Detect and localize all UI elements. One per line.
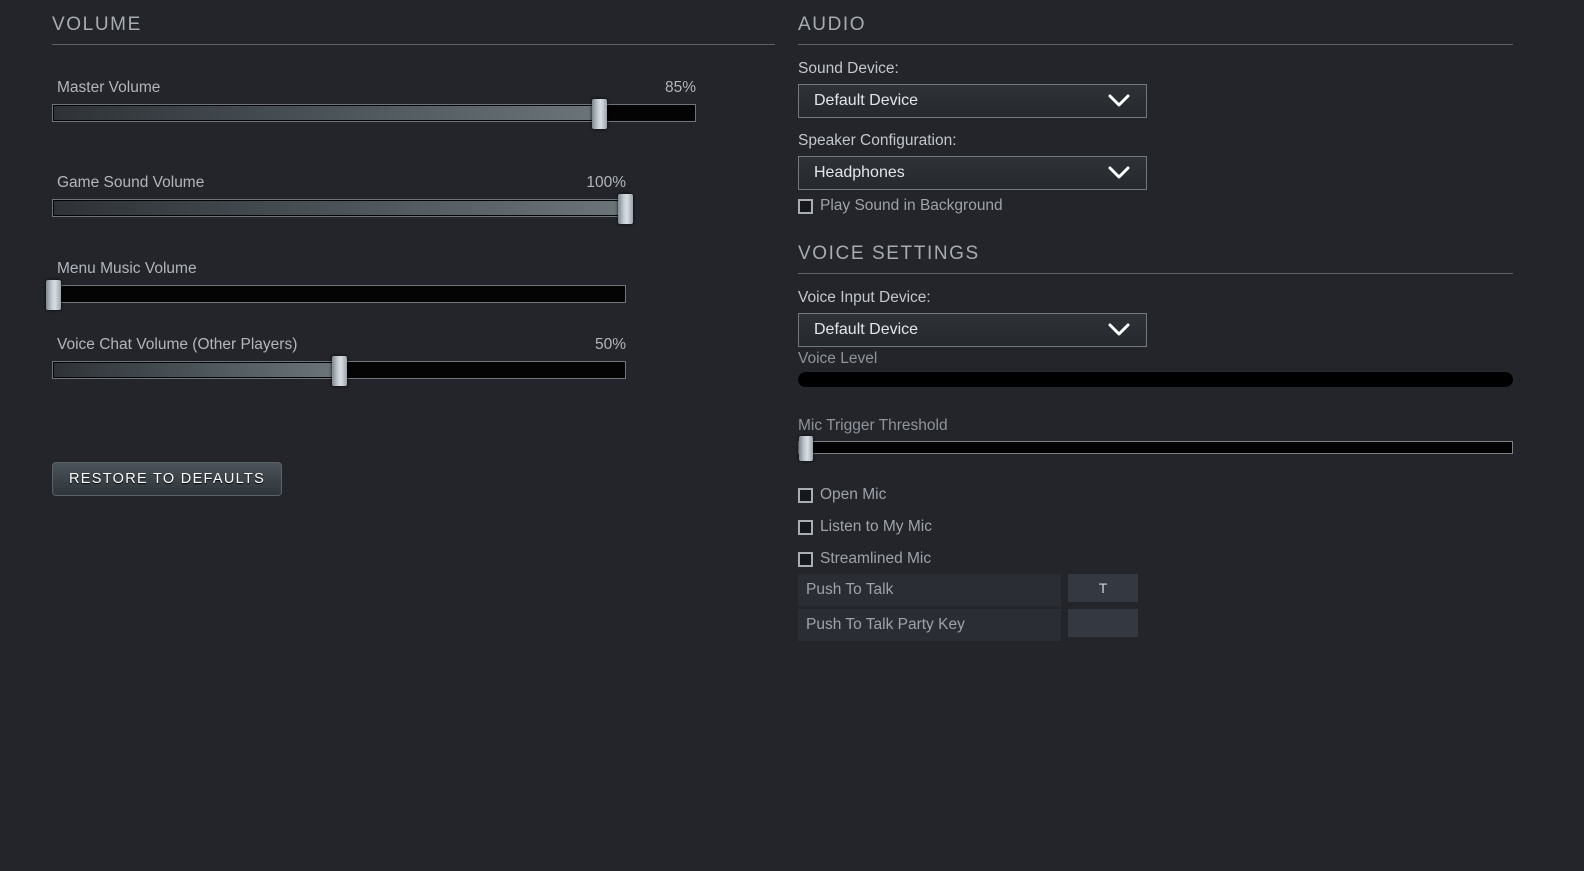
- speaker-configuration-dropdown[interactable]: Headphones: [798, 156, 1147, 190]
- listen-to-my-mic-label: Listen to My Mic: [820, 518, 932, 535]
- voice-settings-section-title: VOICE SETTINGS: [798, 243, 980, 264]
- binding-row-push-to-talk: Push To Talk T: [798, 574, 1513, 606]
- menu-music-volume-label: Menu Music Volume: [57, 260, 197, 277]
- play-sound-in-background-checkbox-row[interactable]: Play Sound in Background: [798, 195, 1513, 217]
- master-volume-fill: [54, 106, 594, 120]
- listen-to-my-mic-checkbox-row[interactable]: Listen to My Mic: [798, 516, 1513, 538]
- chevron-down-icon: [1108, 166, 1130, 180]
- chevron-down-icon: [1108, 323, 1130, 337]
- push-to-talk-key-button[interactable]: T: [1068, 574, 1138, 602]
- voice-level-group: Voice Level: [798, 350, 1513, 387]
- checkbox-icon[interactable]: [798, 551, 813, 567]
- voice-chat-volume-value: 50%: [594, 336, 626, 353]
- master-volume-value: 85%: [664, 79, 696, 96]
- volume-section-divider: [52, 44, 775, 45]
- voice-settings-section-divider: [798, 273, 1513, 274]
- binding-row-push-to-talk-party-key: Push To Talk Party Key: [798, 609, 1513, 641]
- voice-level-meter: [798, 372, 1513, 387]
- master-volume-label: Master Volume: [57, 79, 161, 96]
- game-sound-volume-value: 100%: [586, 174, 626, 191]
- open-mic-checkbox-row[interactable]: Open Mic: [798, 484, 1513, 506]
- mic-trigger-threshold-group: Mic Trigger Threshold: [798, 417, 1513, 461]
- mic-trigger-threshold-slider[interactable]: [798, 436, 1513, 461]
- game-sound-volume-handle[interactable]: [618, 194, 633, 224]
- voice-chat-volume-handle[interactable]: [332, 356, 347, 386]
- speaker-configuration-value: Headphones: [814, 164, 905, 181]
- voice-input-device-dropdown[interactable]: Default Device: [798, 313, 1147, 347]
- streamlined-mic-label: Streamlined Mic: [820, 550, 932, 567]
- streamlined-mic-checkbox-row[interactable]: Streamlined Mic: [798, 548, 1513, 570]
- mic-options-group: Open Mic Listen to My Mic Streamlined Mi…: [798, 484, 1513, 570]
- play-sound-in-background-label: Play Sound in Background: [820, 197, 1003, 214]
- sound-device-group: Sound Device: Default Device: [798, 60, 1513, 118]
- menu-music-volume-handle[interactable]: [46, 280, 61, 310]
- voice-chat-label-line: Voice Chat Volume (Other Players) 50%: [52, 336, 626, 355]
- game-sound-volume-label: Game Sound Volume: [57, 174, 205, 191]
- mic-trigger-threshold-handle[interactable]: [799, 436, 814, 461]
- push-to-talk-party-key-button[interactable]: [1068, 609, 1138, 637]
- push-to-talk-bindings: Push To Talk T Push To Talk Party Key: [798, 574, 1513, 641]
- volume-column: VOLUME Master Volume 85% Game Sound Volu…: [46, 14, 775, 386]
- chevron-down-icon: [1108, 94, 1130, 108]
- master-volume-handle[interactable]: [591, 99, 607, 129]
- checkbox-icon[interactable]: [798, 198, 813, 214]
- open-mic-label: Open Mic: [820, 486, 887, 503]
- audio-section-divider: [798, 44, 1513, 45]
- push-to-talk-party-key-name: Push To Talk Party Key: [798, 609, 1061, 641]
- menu-music-volume-slider[interactable]: [46, 280, 626, 310]
- audio-section-title: AUDIO: [798, 14, 867, 35]
- menu-music-label-line: Menu Music Volume: [52, 260, 626, 279]
- game-sound-volume-fill: [54, 201, 621, 215]
- speaker-configuration-group: Speaker Configuration: Headphones: [798, 132, 1513, 190]
- game-sound-label-line: Game Sound Volume 100%: [52, 174, 626, 193]
- mic-trigger-threshold-label: Mic Trigger Threshold: [798, 417, 948, 434]
- speaker-configuration-label: Speaker Configuration:: [798, 132, 957, 149]
- slider-row-voice-chat-volume: Voice Chat Volume (Other Players) 50%: [52, 336, 775, 386]
- restore-to-defaults-button[interactable]: Restore to Defaults: [52, 462, 283, 496]
- volume-section-title: VOLUME: [52, 14, 142, 35]
- sound-device-value: Default Device: [814, 92, 919, 109]
- checkbox-icon[interactable]: [798, 519, 813, 535]
- voice-input-device-label: Voice Input Device:: [798, 289, 931, 306]
- sound-device-label: Sound Device:: [798, 60, 899, 77]
- voice-level-label: Voice Level: [798, 350, 878, 367]
- sound-device-dropdown[interactable]: Default Device: [798, 84, 1147, 118]
- master-volume-label-line: Master Volume 85%: [52, 79, 696, 98]
- push-to-talk-name: Push To Talk: [798, 574, 1061, 606]
- game-sound-volume-slider[interactable]: [52, 194, 633, 224]
- audio-settings-page: VOLUME Master Volume 85% Game Sound Volu…: [0, 0, 1584, 871]
- master-volume-slider[interactable]: [52, 99, 696, 129]
- voice-chat-volume-slider[interactable]: [52, 356, 626, 386]
- slider-row-menu-music-volume: Menu Music Volume: [46, 260, 775, 310]
- voice-chat-volume-label: Voice Chat Volume (Other Players): [57, 336, 298, 353]
- voice-input-device-group: Voice Input Device: Default Device: [798, 289, 1513, 347]
- slider-row-game-sound-volume: Game Sound Volume 100%: [52, 174, 775, 224]
- checkbox-icon[interactable]: [798, 487, 813, 503]
- voice-input-device-value: Default Device: [814, 321, 919, 338]
- voice-chat-volume-fill: [54, 363, 335, 377]
- audio-column: AUDIO Sound Device: Default Device Speak…: [798, 14, 1513, 641]
- slider-row-master-volume: Master Volume 85%: [52, 79, 775, 129]
